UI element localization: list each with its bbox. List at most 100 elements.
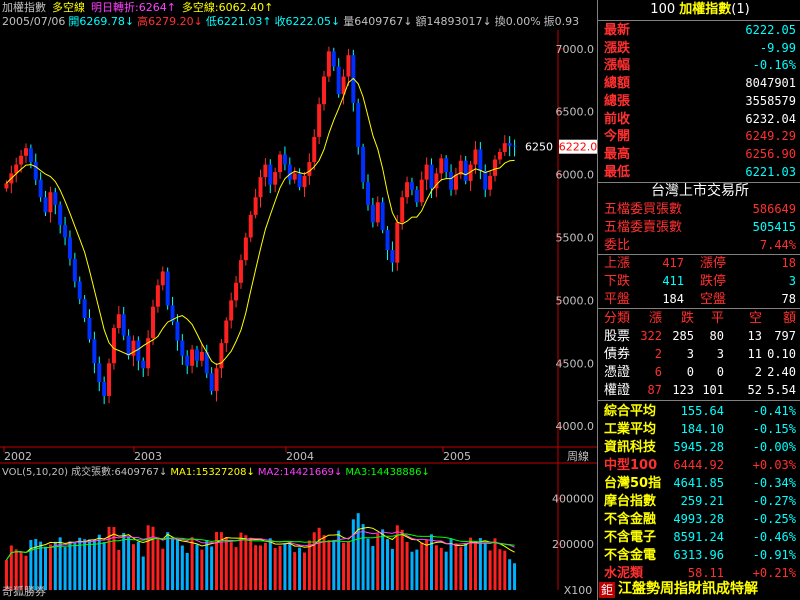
candle-body	[160, 271, 165, 286]
index-value: 184.10	[680, 422, 724, 436]
candle-body	[175, 321, 180, 341]
volume-bar	[210, 546, 214, 590]
volume-bar	[249, 537, 253, 590]
quote-label: 前收	[604, 111, 631, 127]
candle-body	[322, 76, 327, 105]
quote-value: 6222.05	[745, 23, 796, 37]
volume-bar	[493, 538, 497, 590]
exchange-title: 台灣上市交易所	[651, 183, 749, 199]
volume-bar	[195, 544, 199, 590]
candle-body	[102, 382, 107, 396]
y-tick-label: 5000.0	[556, 294, 595, 307]
volume-header: VOL(5,10,20) 成交張數:6409767↓ MA1:15327208↓ MA…	[2, 465, 430, 478]
category-header-cell: 漲	[648, 311, 662, 326]
category-name: 股票	[604, 329, 631, 344]
index-change: +0.03%	[752, 458, 796, 472]
order-value: 586649	[752, 202, 796, 216]
category-cell: 2	[754, 365, 762, 379]
candle-body	[302, 175, 307, 188]
category-header-cell: 額	[782, 311, 796, 326]
category-row: 股票 322 285 80 13 797	[602, 327, 798, 346]
y-tick-label: 7000.0	[556, 43, 595, 56]
volume-bar	[180, 545, 184, 590]
category-cell: 0	[686, 365, 694, 379]
candle-body	[390, 250, 395, 263]
volume-bar	[508, 559, 512, 590]
volume-bar	[346, 541, 350, 590]
candle-body	[326, 51, 331, 77]
candles	[4, 46, 517, 405]
volume-bar	[366, 538, 370, 590]
volume-bar	[44, 546, 48, 590]
category-row: 債券 2 3 3 11 0.10	[602, 345, 798, 364]
candle-body	[180, 340, 185, 356]
volume-bar	[151, 526, 155, 590]
chart-area[interactable]: 加權指數 多空線 明日轉折:6264↑ 多空線:6062.40↑ 2005/07/06…	[0, 0, 597, 600]
volume-bar	[371, 546, 375, 590]
volume-bar	[136, 542, 140, 590]
candle-body	[111, 328, 116, 364]
category-row: 權證 87 123 101 52 5.54	[602, 381, 798, 400]
volume-bar	[410, 551, 414, 590]
news-ticker[interactable]: 鉅 江盤勢周指財訊成特解	[599, 580, 798, 599]
category-name: 權證	[604, 383, 631, 398]
volume-bar	[430, 534, 433, 590]
breadth-label: 平盤	[604, 292, 631, 307]
candle-body	[414, 189, 419, 203]
volume-bar	[473, 541, 477, 590]
category-name: 憑證	[604, 365, 631, 380]
volume-bar	[259, 545, 262, 590]
candle-body	[444, 158, 449, 173]
volume-bar	[503, 550, 507, 590]
volume-bar	[298, 547, 302, 590]
candle-body	[199, 351, 204, 361]
candle-body	[214, 368, 219, 391]
vol-tick-label: 400000	[552, 492, 594, 505]
index-change: -0.34%	[752, 476, 796, 490]
category-cell: 80	[709, 329, 724, 343]
volume-bar	[102, 542, 106, 590]
volume-bar	[53, 541, 57, 590]
category-row: 憑證 6 0 0 2 2.40	[602, 363, 798, 382]
volume-bar	[268, 538, 272, 590]
volume-bar	[439, 547, 443, 590]
candle-body	[488, 175, 493, 190]
candle-body	[165, 271, 170, 306]
quote-value: 6249.29	[745, 129, 796, 144]
breadth-label: 空盤	[700, 292, 727, 307]
category-cell: 797	[774, 329, 796, 343]
quote-value: 6232.04	[745, 111, 796, 126]
index-name: 資訊科技	[604, 440, 657, 455]
candle-body	[409, 182, 414, 190]
volume-bar	[141, 556, 145, 590]
volume-bar	[205, 540, 209, 590]
breadth-value: 417	[662, 256, 684, 270]
quote-row: 總張 3558579	[602, 92, 798, 111]
breadth-row: 平盤 184 空盤 78	[602, 290, 798, 309]
volume-bar	[97, 534, 101, 590]
category-cell: 13	[747, 329, 762, 343]
candle-body	[87, 317, 92, 340]
volume-bar	[122, 532, 126, 590]
index-change: -0.41%	[752, 404, 796, 418]
volume-header-item: MA3:14438886↓	[345, 467, 429, 478]
candle-body	[502, 143, 507, 152]
price-volume-chart[interactable]: 7000.0 6500.0 6000.0 5500.0 5000.0 4500.0 4000…	[0, 0, 597, 600]
candle-body	[126, 335, 131, 356]
volume-header-item: VOL(5,10,20)	[2, 467, 68, 478]
candle-body	[395, 222, 400, 263]
x-tick-label: 2005	[443, 450, 471, 463]
category-header: 分類 漲 跌 平 空 額	[602, 309, 798, 328]
candle-body	[23, 148, 28, 156]
breadth-value: 184	[662, 292, 684, 306]
volume-bar	[200, 549, 204, 590]
volume-bar	[224, 537, 228, 590]
quote-label: 最高	[604, 146, 631, 162]
index-row: 工業平均 184.10 -0.15%	[602, 420, 798, 439]
volume-bar	[351, 519, 355, 590]
candle-body	[507, 143, 512, 146]
index-row: 摩台指數 259.21 -0.27%	[602, 492, 798, 511]
volume-bar	[381, 529, 385, 590]
candle-body	[248, 214, 253, 238]
index-value: 259.21	[680, 494, 724, 508]
